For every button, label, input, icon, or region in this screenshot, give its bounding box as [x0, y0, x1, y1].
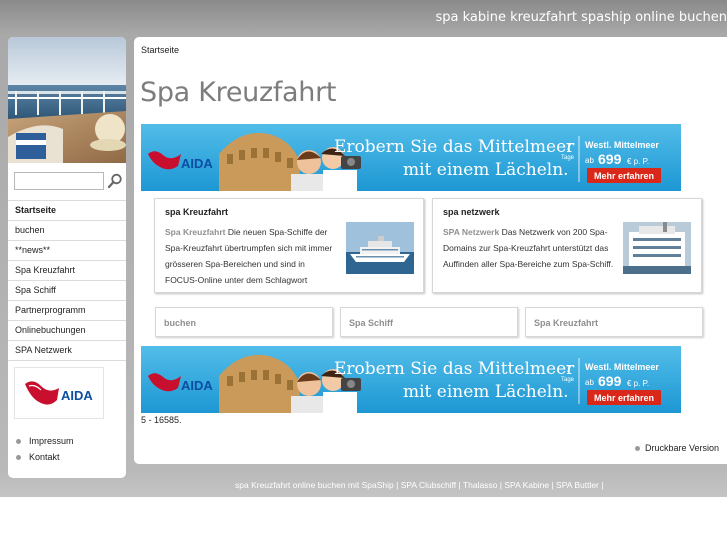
sidebar-deck-photo	[8, 37, 126, 163]
teaser-buchen[interactable]: buchen	[155, 307, 333, 337]
banner-price-suffix: € p. P.	[627, 157, 649, 166]
bullet-icon	[16, 439, 21, 445]
teaser-spa-schiff[interactable]: Spa Schiff	[340, 307, 518, 337]
print-version-label: Druckbare Version	[644, 443, 719, 453]
banner-days: 7	[566, 364, 572, 375]
kontakt-label: Kontakt	[29, 452, 60, 462]
breadcrumb[interactable]: Startseite	[141, 45, 179, 55]
banner-price: 699	[598, 151, 622, 167]
sidebar: Startseite buchen **news** Spa Kreuzfahr…	[8, 37, 126, 478]
sidebar-item-spa-netzwerk[interactable]: SPA Netzwerk	[8, 341, 126, 361]
bullet-icon	[634, 446, 640, 452]
banner-headline-1: Erobern Sie das Mittelmeer	[334, 137, 575, 157]
teaser-spa-kreuzfahrt[interactable]: Spa Kreuzfahrt	[525, 307, 703, 337]
sidebar-item-spa-schiff[interactable]: Spa Schiff	[8, 281, 126, 301]
aida-logo[interactable]: AIDA	[14, 367, 104, 419]
aida-logo-text: AIDA	[61, 388, 93, 403]
footer-link-spa-buttler[interactable]: SPA Buttler	[556, 480, 599, 490]
banner-price-prefix: ab	[585, 378, 594, 387]
cruise-ship-photo[interactable]	[346, 222, 414, 274]
sidebar-item-partnerprogramm[interactable]: Partnerprogramm	[8, 301, 126, 321]
box-text: SPA Netzwerk Das Netzwerk von 200 Spa-Do…	[443, 224, 615, 272]
banner-brand: AIDA	[181, 156, 213, 171]
footer-link-thalasso[interactable]: Thalasso	[463, 480, 498, 490]
footer-link-spa-kabine[interactable]: SPA Kabine	[504, 480, 549, 490]
page-title: Spa Kreuzfahrt	[140, 77, 337, 108]
banner-headline-2: mit einem Lächeln.	[403, 382, 569, 402]
banner-days-label: Tage	[561, 377, 575, 383]
banner-price-prefix: ab	[585, 156, 594, 165]
banner-price: 699	[598, 373, 622, 389]
sidebar-item-news[interactable]: **news**	[8, 241, 126, 261]
site-tagline: spa kabine kreuzfahrt spaship online buc…	[435, 10, 727, 25]
banner-headline-2: mit einem Lächeln.	[403, 160, 569, 180]
footer-link-spa-clubschiff[interactable]: SPA Clubschiff	[401, 480, 456, 490]
footer-links: spa Kreuzfahrt online buchen mit SpaShip…	[235, 480, 604, 490]
info-box-spa-netzwerk: spa netzwerk SPA Netzwerk Das Netzwerk v…	[432, 198, 702, 293]
info-box-spa-kreuzfahrt: spa Kreuzfahrt Spa Kreuzfahrt Die neuen …	[154, 198, 424, 293]
banner-route: Westl. Mittelmeer	[585, 362, 659, 372]
sidebar-item-spa-kreuzfahrt[interactable]: Spa Kreuzfahrt	[8, 261, 126, 281]
box-title: spa netzwerk	[443, 207, 500, 217]
banner-cta: Mehr erfahren	[594, 171, 654, 181]
footer-link-spaship[interactable]: spa Kreuzfahrt online buchen mit SpaShip	[235, 480, 394, 490]
aida-banner[interactable]: AIDA Erobern Sie das Mittelmeer mit eine…	[141, 124, 681, 191]
impressum-label: Impressum	[29, 436, 74, 446]
visitor-counter: 5 - 16585.	[141, 415, 182, 425]
bullet-icon	[16, 455, 21, 461]
ship-deck-photo[interactable]	[623, 222, 691, 274]
kontakt-link[interactable]: Kontakt	[16, 449, 74, 465]
sidebar-item-onlinebuchungen[interactable]: Onlinebuchungen	[8, 321, 126, 341]
banner-days: 7	[566, 142, 572, 153]
box-title: spa Kreuzfahrt	[165, 207, 229, 217]
banner-days-label: Tage	[561, 155, 575, 161]
impressum-link[interactable]: Impressum	[16, 433, 74, 449]
meta-links: Impressum Kontakt	[16, 433, 74, 465]
search-row	[14, 172, 122, 192]
main-content: Startseite Spa Kreuzfahrt AIDA Erobern S…	[134, 37, 727, 464]
print-version-link[interactable]: Druckbare Version	[634, 443, 719, 453]
sidebar-nav: Startseite buchen **news** Spa Kreuzfahr…	[8, 200, 126, 361]
search-input[interactable]	[14, 172, 104, 190]
aida-banner-bottom[interactable]: AIDA Erobern Sie das Mittelmeer mit eine…	[141, 346, 681, 413]
banner-cta: Mehr erfahren	[594, 393, 654, 403]
box-link[interactable]: SPA Netzwerk	[443, 227, 499, 237]
sidebar-item-buchen[interactable]: buchen	[8, 221, 126, 241]
banner-route: Westl. Mittelmeer	[585, 140, 659, 150]
banner-brand: AIDA	[181, 378, 213, 393]
search-icon[interactable]	[106, 172, 124, 190]
banner-price-suffix: € p. P.	[627, 379, 649, 388]
sidebar-item-startseite[interactable]: Startseite	[8, 200, 126, 221]
box-text: Spa Kreuzfahrt Die neuen Spa-Schiffe der…	[165, 224, 337, 288]
banner-headline-1: Erobern Sie das Mittelmeer	[334, 359, 575, 379]
box-link[interactable]: Spa Kreuzfahrt	[165, 227, 225, 237]
